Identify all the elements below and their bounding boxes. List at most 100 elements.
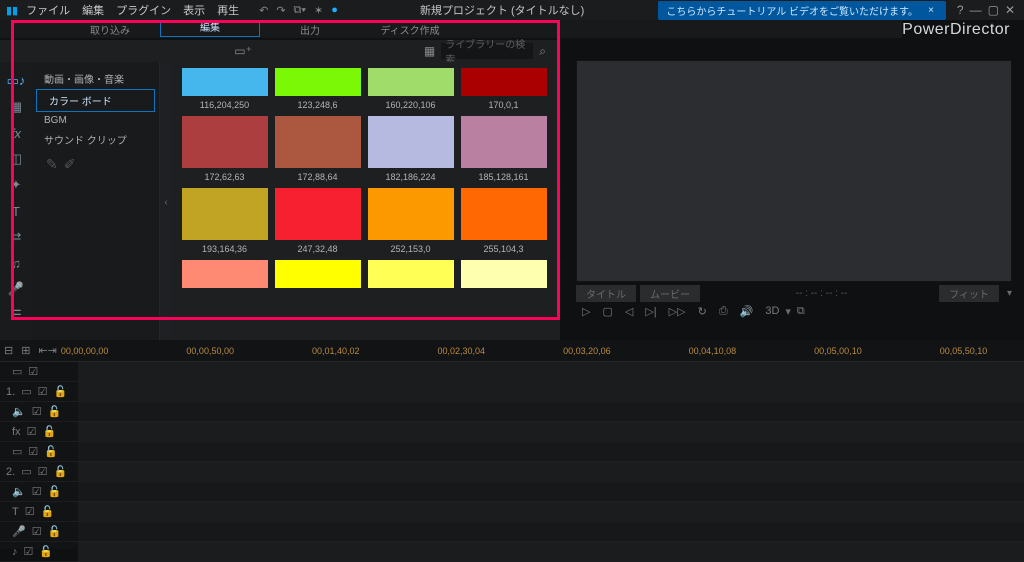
fit-icon[interactable]: ⇤⇥: [38, 344, 56, 357]
grid-view-icon[interactable]: ▦: [424, 44, 435, 58]
redo-icon[interactable]: ↷: [276, 4, 285, 17]
minimize-icon[interactable]: —: [970, 3, 982, 17]
popout-icon[interactable]: ⧉: [797, 305, 805, 318]
track-enable-icon[interactable]: ☑: [32, 485, 42, 498]
track-row[interactable]: 2.▭☑🔓: [0, 462, 1024, 482]
color-swatch[interactable]: [459, 260, 548, 304]
tutorial-close-icon[interactable]: ×: [928, 5, 934, 16]
track-lock-icon[interactable]: 🔓: [41, 505, 55, 518]
track-lock-icon[interactable]: 🔓: [53, 465, 67, 478]
tree-bgm[interactable]: BGM: [32, 112, 159, 129]
tree-colorboard[interactable]: カラー ボード: [36, 89, 155, 112]
room-voice[interactable]: 🎤: [0, 276, 32, 302]
color-swatch[interactable]: 247,32,48: [273, 188, 362, 256]
track-row[interactable]: 1.▭☑🔓: [0, 382, 1024, 402]
menu-edit[interactable]: 編集: [82, 2, 104, 18]
search-icon[interactable]: ⌕: [539, 44, 546, 59]
track-lock-icon[interactable]: 🔓: [39, 545, 53, 558]
track-row[interactable]: T☑🔓: [0, 502, 1024, 522]
color-swatch[interactable]: 193,164,36: [180, 188, 269, 256]
color-swatch[interactable]: 182,186,224: [366, 116, 455, 184]
zoom-out-icon[interactable]: ⊟: [4, 344, 13, 357]
stop-icon[interactable]: ▢: [602, 305, 612, 318]
room-audio[interactable]: ♫: [0, 250, 32, 276]
track-row[interactable]: 🔈☑🔓: [0, 402, 1024, 422]
tab-disc[interactable]: ディスク作成: [360, 22, 460, 37]
track-enable-icon[interactable]: ☑: [24, 545, 34, 558]
color-swatch[interactable]: 172,88,64: [273, 116, 362, 184]
tree-soundclip[interactable]: サウンド クリップ: [32, 129, 159, 150]
prev-frame-icon[interactable]: ◁: [625, 305, 633, 318]
track-lock-icon[interactable]: 🔓: [44, 445, 58, 458]
volume-icon[interactable]: 🔊: [740, 305, 754, 318]
tab-edit[interactable]: 編集: [160, 21, 260, 37]
room-media[interactable]: ▭♪: [0, 68, 32, 94]
track-row[interactable]: ▭☑🔓: [0, 442, 1024, 462]
track-enable-icon[interactable]: ☑: [38, 385, 48, 398]
snapshot-icon[interactable]: ⎙: [719, 305, 728, 318]
loop-icon[interactable]: ↻: [698, 305, 707, 318]
track-lock-icon[interactable]: 🔓: [48, 525, 62, 538]
menu-play[interactable]: 再生: [217, 2, 239, 18]
track-visible-icon[interactable]: ▭: [12, 365, 22, 378]
chevron-down-icon[interactable]: ▾: [785, 305, 791, 318]
library-search[interactable]: ライブラリーの検索: [441, 43, 533, 59]
color-swatch[interactable]: [273, 260, 362, 304]
play-icon[interactable]: ▷: [582, 305, 590, 318]
undo-icon[interactable]: ↶: [259, 4, 268, 17]
zoom-in-icon[interactable]: ⊞: [21, 344, 30, 357]
color-swatch[interactable]: 170,0,1: [459, 68, 548, 112]
track-lock-icon[interactable]: 🔓: [42, 425, 56, 438]
next-frame-icon[interactable]: ▷|: [645, 305, 656, 318]
preview-tab-clip[interactable]: タイトル: [576, 285, 636, 302]
track-row[interactable]: 🔈☑🔓: [0, 482, 1024, 502]
tutorial-banner[interactable]: こちらからチュートリアル ビデオをご覧いただけます。 ×: [658, 1, 946, 20]
color-swatch[interactable]: 160,220,106: [366, 68, 455, 112]
aspect-dropdown[interactable]: ⧉▾: [294, 4, 306, 17]
preview-fit[interactable]: フィット: [939, 285, 999, 302]
menu-plugin[interactable]: プラグイン: [116, 2, 171, 18]
track-row[interactable]: fx☑🔓: [0, 422, 1024, 442]
track-enable-icon[interactable]: ☑: [32, 525, 42, 538]
color-swatch[interactable]: 252,153,0: [366, 188, 455, 256]
track-enable-icon[interactable]: ☑: [28, 365, 38, 378]
room-transition[interactable]: ⇄: [0, 224, 32, 250]
track-enable-icon[interactable]: ☑: [38, 465, 48, 478]
track-enable-icon[interactable]: ☑: [27, 425, 37, 438]
color-swatch[interactable]: 172,62,63: [180, 116, 269, 184]
color-swatch[interactable]: 185,128,161: [459, 116, 548, 184]
track-row[interactable]: 🎤☑🔓: [0, 522, 1024, 542]
3d-icon[interactable]: 3D: [765, 305, 779, 317]
room-title[interactable]: T: [0, 198, 32, 224]
room-pip[interactable]: ◫: [0, 146, 32, 172]
color-swatch[interactable]: [366, 260, 455, 304]
tab-capture[interactable]: 取り込み: [60, 22, 160, 37]
room-particle[interactable]: ✦: [0, 172, 32, 198]
preview-tab-movie[interactable]: ムービー: [640, 285, 700, 302]
color-swatch[interactable]: 123,248,6: [273, 68, 362, 112]
fast-forward-icon[interactable]: ▷▷: [669, 305, 686, 318]
import-icon[interactable]: ▭⁺: [234, 44, 252, 58]
collapse-handle[interactable]: ‹: [160, 62, 172, 342]
chevron-down-icon[interactable]: ▾: [1007, 288, 1012, 299]
tree-tools[interactable]: ✎✐: [32, 156, 159, 173]
close-icon[interactable]: ✕: [1005, 3, 1015, 17]
track-enable-icon[interactable]: ☑: [25, 505, 35, 518]
track-row[interactable]: ♪☑🔓: [0, 542, 1024, 562]
track-lock-icon[interactable]: 🔓: [53, 385, 67, 398]
color-swatch[interactable]: [180, 260, 269, 304]
room-fx[interactable]: ▦: [0, 94, 32, 120]
color-swatch[interactable]: 116,204,250: [180, 68, 269, 112]
cloud-icon[interactable]: ●: [331, 4, 338, 16]
help-icon[interactable]: ?: [957, 3, 964, 17]
track-lock-icon[interactable]: 🔓: [48, 485, 62, 498]
color-swatch[interactable]: 255,104,3: [459, 188, 548, 256]
track-enable-icon[interactable]: ☑: [28, 445, 38, 458]
tab-produce[interactable]: 出力: [260, 22, 360, 37]
track-lock-icon[interactable]: 🔓: [48, 405, 62, 418]
menu-view[interactable]: 表示: [183, 2, 205, 18]
room-fxtext[interactable]: fx: [0, 120, 32, 146]
share-icon[interactable]: ✶: [314, 4, 323, 17]
track-enable-icon[interactable]: ☑: [32, 405, 42, 418]
menu-file[interactable]: ファイル: [26, 2, 70, 18]
